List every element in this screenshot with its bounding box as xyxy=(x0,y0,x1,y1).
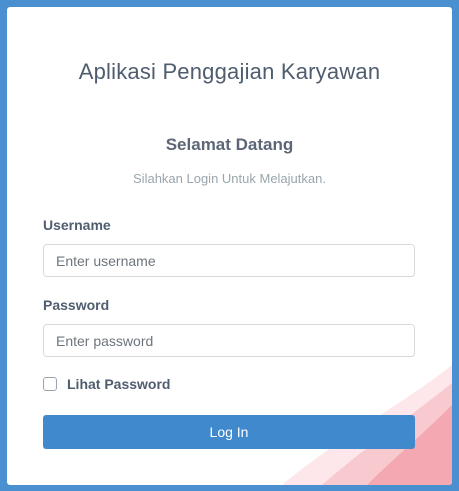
username-label: Username xyxy=(43,217,111,233)
show-password-label[interactable]: Lihat Password xyxy=(67,376,170,392)
password-input[interactable] xyxy=(43,324,415,357)
app-title: Aplikasi Penggajian Karyawan xyxy=(78,59,381,84)
show-password-checkbox[interactable] xyxy=(43,377,57,391)
show-password-row[interactable]: Lihat Password xyxy=(43,376,170,392)
login-card: Aplikasi Penggajian Karyawan Selamat Dat… xyxy=(7,7,452,485)
username-input[interactable] xyxy=(43,244,415,277)
login-subtitle: Silahkan Login Untuk Melajutkan. xyxy=(133,171,326,186)
login-button[interactable]: Log In xyxy=(43,415,415,449)
welcome-heading: Selamat Datang xyxy=(165,135,294,154)
password-label: Password xyxy=(43,297,110,313)
